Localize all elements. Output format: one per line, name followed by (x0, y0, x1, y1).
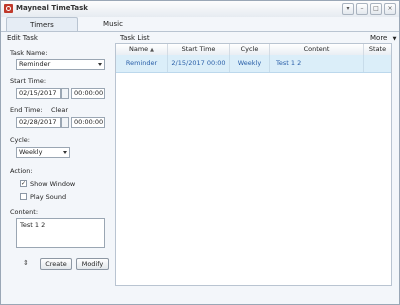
more-label: More (370, 34, 388, 42)
column-header-label: Name (128, 45, 149, 53)
title-bar[interactable]: Mayneal TimeTask ▾ – □ × (1, 1, 399, 18)
tab-bar: Timers Music (1, 17, 399, 32)
action-label: Action: (10, 167, 33, 175)
column-header-start-time[interactable]: Start Time (168, 44, 230, 55)
show-window-checkbox[interactable]: ✓ (20, 180, 27, 187)
column-header-content[interactable]: Content (270, 44, 364, 55)
table-row[interactable]: Reminder 2/15/2017 00:00 Weekly Test 1 2 (116, 55, 391, 73)
task-name-label: Task Name: (10, 49, 48, 57)
cycle-label: Cycle: (10, 136, 30, 144)
tab-timers[interactable]: Timers (6, 17, 78, 32)
calendar-icon[interactable] (61, 88, 69, 99)
app-icon (4, 4, 13, 13)
modify-button[interactable]: Modify (76, 258, 109, 270)
chevron-down-icon (63, 151, 67, 154)
start-date-field[interactable]: 02/15/2017 (16, 88, 61, 99)
show-window-label: Show Window (30, 180, 76, 188)
cell-start-time: 2/15/2017 00:00 (168, 55, 230, 72)
window-title: Mayneal TimeTask (16, 4, 88, 12)
app-window: Mayneal TimeTask ▾ – □ × Timers Music Ed… (0, 0, 400, 305)
edit-task-header: Edit Task (7, 34, 38, 42)
window-controls: ▾ – □ × (342, 3, 396, 15)
minimize-icon[interactable]: – (356, 3, 368, 15)
end-time-label: End Time: (10, 106, 43, 114)
end-clock-field[interactable]: 00:00:00 (71, 117, 105, 128)
menu-dropdown-icon[interactable]: ▾ (342, 3, 354, 15)
column-header-state[interactable]: State (364, 44, 391, 55)
cell-cycle: Weekly (230, 55, 270, 72)
content-textarea[interactable]: Test 1 2 (16, 218, 105, 248)
task-table: Name ▲ Start Time Cycle Content State Rem… (115, 43, 392, 286)
cell-content: Test 1 2 (270, 55, 364, 72)
close-icon[interactable]: × (384, 3, 396, 15)
chevron-down-icon (98, 63, 102, 66)
calendar-icon[interactable] (61, 117, 69, 128)
play-sound-checkbox[interactable] (20, 193, 27, 200)
tab-music[interactable]: Music (79, 17, 147, 32)
sync-icon[interactable]: ⇕ (23, 259, 29, 267)
column-header-cycle[interactable]: Cycle (230, 44, 270, 55)
tab-divider (1, 31, 399, 32)
maximize-icon[interactable]: □ (370, 3, 382, 15)
cell-state (364, 55, 391, 72)
create-button[interactable]: Create (40, 258, 72, 270)
clear-link[interactable]: Clear (51, 106, 68, 114)
start-time-label: Start Time: (10, 77, 47, 85)
start-clock-field[interactable]: 00:00:00 (71, 88, 105, 99)
cell-name: Reminder (116, 55, 168, 72)
task-name-select[interactable]: Reminder (16, 59, 105, 70)
cycle-value: Weekly (19, 148, 43, 156)
end-date-field[interactable]: 02/28/2017 (16, 117, 61, 128)
chevron-down-icon: ▼ (392, 36, 397, 42)
play-sound-label: Play Sound (30, 193, 67, 201)
sort-ascending-icon: ▲ (150, 47, 155, 53)
column-header-name[interactable]: Name ▲ (116, 44, 168, 55)
checkmark-icon: ✓ (21, 180, 27, 187)
content-label: Content: (10, 208, 39, 216)
task-name-value: Reminder (19, 60, 51, 68)
cycle-select[interactable]: Weekly (16, 147, 70, 158)
